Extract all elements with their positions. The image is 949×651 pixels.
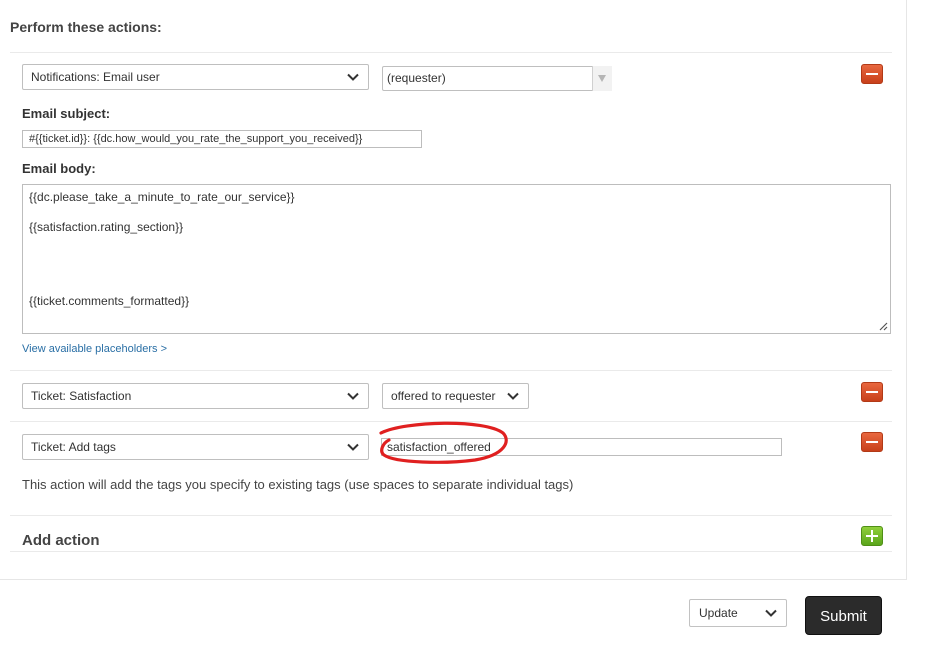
body-line: {{ticket.comments_formatted}} (29, 294, 190, 308)
action-type-label: Notifications: Email user (31, 70, 160, 84)
satisfaction-value-select[interactable]: offered to requester (382, 383, 529, 409)
tags-input[interactable]: satisfaction_offered (381, 438, 782, 456)
remove-action-button[interactable] (861, 432, 883, 452)
body-line: {{satisfaction.rating_section}} (29, 220, 184, 234)
view-placeholders-link[interactable]: View available placeholders > (22, 343, 167, 355)
chevron-down-icon (347, 73, 359, 81)
body-line: {{dc.please_take_a_minute_to_rate_our_se… (29, 190, 295, 204)
action-type-select[interactable]: Notifications: Email user (22, 64, 369, 90)
remove-action-button[interactable] (861, 64, 883, 84)
triangle-down-icon (598, 75, 606, 82)
recipient-value: (requester) (387, 71, 446, 85)
chevron-down-icon (765, 609, 777, 617)
remove-action-button[interactable] (861, 382, 883, 402)
recipient-select[interactable]: (requester) (382, 66, 611, 91)
tags-help-text: This action will add the tags you specif… (22, 477, 574, 492)
add-action-label: Add action (22, 532, 100, 549)
add-action-button[interactable] (861, 526, 883, 546)
email-body-textarea[interactable]: {{dc.please_take_a_minute_to_rate_our_se… (22, 184, 891, 334)
update-select[interactable]: Update (689, 599, 787, 627)
email-subject-input[interactable]: #{{ticket.id}}: {{dc.how_would_you_rate_… (22, 130, 422, 148)
chevron-down-icon (347, 392, 359, 400)
divider (10, 52, 892, 53)
divider (10, 551, 892, 552)
section-title: Perform these actions: (10, 19, 162, 35)
chevron-down-icon (347, 443, 359, 451)
divider (10, 421, 892, 422)
action-type-select[interactable]: Ticket: Satisfaction (22, 383, 369, 409)
email-body-label: Email body: (22, 161, 96, 176)
chevron-down-icon (507, 392, 519, 400)
action-type-select[interactable]: Ticket: Add tags (22, 434, 369, 460)
action-type-label: Ticket: Satisfaction (31, 389, 132, 403)
submit-button[interactable]: Submit (805, 596, 882, 635)
email-subject-label: Email subject: (22, 106, 111, 121)
actions-panel: Perform these actions: Notifications: Em… (0, 0, 907, 580)
satisfaction-value: offered to requester (391, 389, 496, 403)
divider (10, 370, 892, 371)
resize-handle-icon[interactable] (878, 321, 888, 331)
recipient-dropdown-toggle[interactable] (592, 66, 612, 91)
update-label: Update (699, 606, 738, 620)
action-type-label: Ticket: Add tags (31, 440, 116, 454)
divider (10, 515, 892, 516)
